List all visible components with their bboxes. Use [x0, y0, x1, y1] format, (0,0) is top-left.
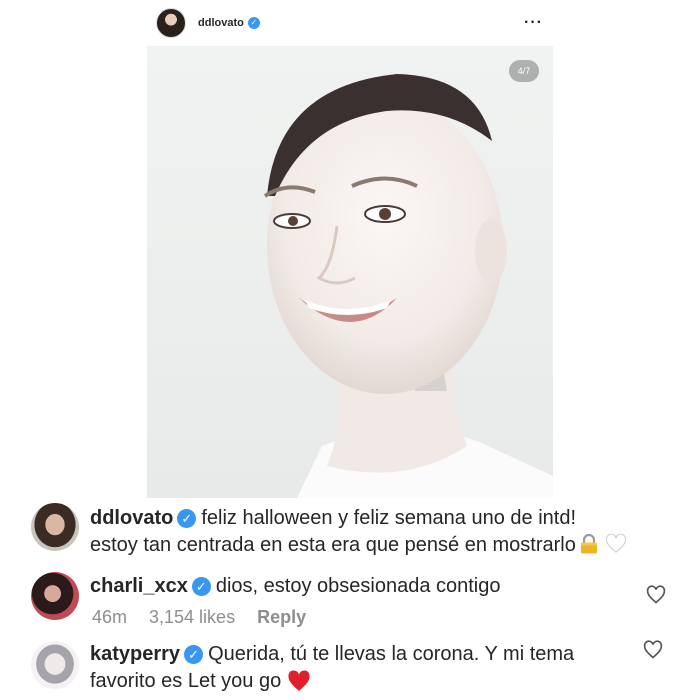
comment-text: Querida, tú te llevas la corona. Y mi te…	[208, 643, 575, 665]
comment-text: dios, estoy obsesionada contigo	[215, 575, 501, 597]
comment-likes[interactable]: 3,154 likes	[149, 607, 235, 628]
comment-charli-line: charli_xcx ✓ dios, estoy obsesionada conti…	[90, 573, 501, 599]
comment-avatar-katyperry[interactable]	[31, 641, 79, 689]
comment-username[interactable]: charli_xcx	[90, 575, 188, 597]
comment-text: favorito es Let you go	[90, 670, 282, 692]
comment-text: estoy tan centrada en esta era que pensé…	[90, 534, 576, 556]
carousel-counter: 4/7	[509, 60, 539, 82]
verified-badge-icon: ✓	[247, 17, 260, 29]
red-heart-emoji	[288, 670, 310, 691]
comment-time: 46m	[92, 607, 128, 627]
portrait-illustration	[263, 74, 553, 498]
white-heart-emoji	[605, 534, 626, 553]
comment-avatar-ddlovato[interactable]	[31, 503, 79, 551]
comment-katyperry-line1: katyperry ✓ Querida, tú te llevas la coron…	[90, 641, 574, 667]
verified-badge-icon: ✓	[177, 509, 197, 528]
comment-username[interactable]: ddlovato	[90, 507, 173, 529]
reply-button[interactable]: Reply	[257, 607, 306, 628]
comment-username[interactable]: katyperry	[90, 643, 180, 665]
comment-katyperry-line2: favorito es Let you go	[90, 668, 311, 694]
more-options-icon[interactable]: ···	[524, 15, 543, 31]
post-author-avatar[interactable]	[156, 8, 186, 38]
lock-emoji	[580, 534, 597, 554]
post-header: ddlovato ✓ ···	[147, 4, 553, 42]
post-photo[interactable]: 4/7	[147, 46, 553, 498]
heart-outline-icon[interactable]	[646, 585, 666, 605]
comment-avatar-charli-xcx[interactable]	[31, 572, 79, 620]
verified-badge-icon: ✓	[184, 645, 204, 664]
comment-meta: 46m 3,154 likes Reply	[92, 607, 306, 628]
comment-ddlovato-line1: ddlovato ✓ feliz halloween y feliz semana …	[90, 505, 576, 531]
heart-outline-icon[interactable]	[643, 640, 663, 660]
comment-text: feliz halloween y feliz semana uno de in…	[201, 507, 577, 529]
verified-badge-icon: ✓	[191, 577, 211, 596]
post-username[interactable]: ddlovato	[198, 17, 244, 29]
comment-ddlovato-line2: estoy tan centrada en esta era que pensé…	[90, 532, 627, 558]
